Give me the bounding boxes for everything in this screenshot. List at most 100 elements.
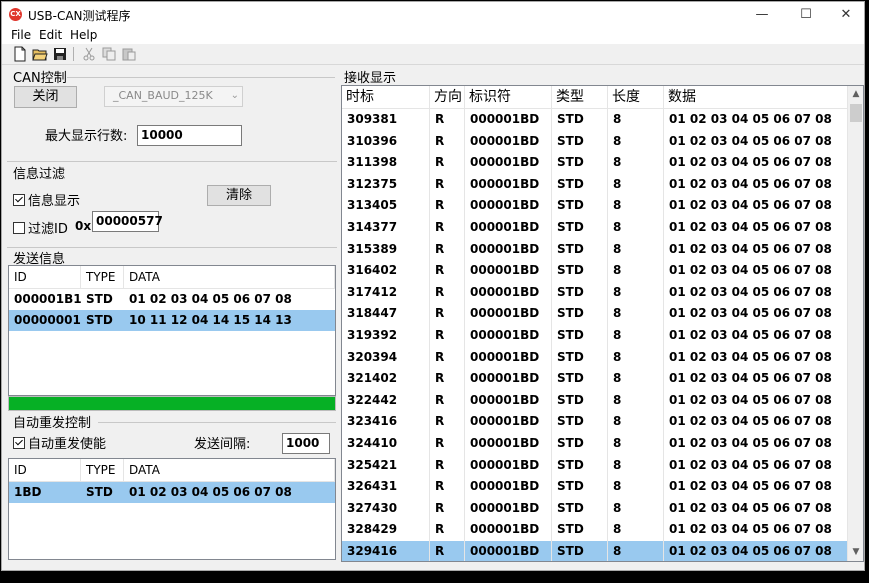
- cell-direction: R: [430, 303, 465, 325]
- menu-help[interactable]: Help: [70, 28, 97, 42]
- cell-timestamp: 329416: [342, 540, 430, 561]
- filter-id-input[interactable]: 00000577: [92, 211, 163, 232]
- close-window-button[interactable]: ✕: [828, 4, 864, 26]
- filter-id-checkbox[interactable]: 过滤ID: [13, 218, 68, 237]
- maximize-button[interactable]: ☐: [788, 4, 824, 26]
- cell-length: 8: [608, 303, 664, 325]
- table-row[interactable]: 314377 R 000001BD STD 8 01 02 03 04 05 06 07 …: [342, 216, 863, 239]
- column-type[interactable]: 类型: [552, 86, 608, 108]
- max-rows-label: 最大显示行数:: [45, 129, 128, 144]
- copy-icon[interactable]: [101, 46, 117, 62]
- column-data[interactable]: DATA: [124, 459, 335, 481]
- cell-direction: R: [430, 519, 465, 541]
- scroll-down-icon[interactable]: ▼: [848, 544, 863, 561]
- receive-list[interactable]: 时标 方向 标识符 类型 长度 数据 309381 R 000001BD STD 8 01…: [341, 85, 864, 562]
- close-can-button[interactable]: 关闭: [14, 86, 77, 108]
- cell-timestamp: 309381: [342, 109, 430, 131]
- column-id[interactable]: ID: [9, 459, 81, 481]
- baud-rate-select[interactable]: _CAN_BAUD_125K ⌄: [104, 86, 243, 107]
- column-data[interactable]: DATA: [124, 266, 335, 288]
- column-type[interactable]: TYPE: [81, 459, 124, 481]
- scroll-thumb[interactable]: [850, 104, 862, 122]
- auto-resend-checkbox[interactable]: 自动重发使能: [13, 433, 106, 452]
- save-icon[interactable]: [52, 46, 68, 62]
- cell-data: 01 02 03 04 05 06 07 08: [664, 281, 848, 304]
- column-direction[interactable]: 方向: [430, 86, 465, 108]
- cell-length: 8: [608, 173, 664, 196]
- scroll-up-icon[interactable]: ▲: [848, 86, 863, 103]
- table-row[interactable]: 327430 R 000001BD STD 8 01 02 03 04 05 06 07 …: [342, 497, 863, 520]
- cell-length: 8: [608, 411, 664, 433]
- table-row[interactable]: 324410 R 000001BD STD 8 01 02 03 04 05 06 07 …: [342, 432, 863, 455]
- table-row[interactable]: 319392 R 000001BD STD 8 01 02 03 04 05 06 07 …: [342, 324, 863, 347]
- cell-data: 01 02 03 04 05 06 07 08: [664, 195, 848, 217]
- table-row[interactable]: 318447 R 000001BD STD 8 01 02 03 04 05 06 07 …: [342, 303, 863, 325]
- column-data[interactable]: 数据: [664, 86, 848, 108]
- table-row[interactable]: 328429 R 000001BD STD 8 01 02 03 04 05 06 07 …: [342, 519, 863, 541]
- clear-button[interactable]: 清除: [207, 185, 271, 206]
- cell-type: STD: [552, 519, 608, 541]
- table-row[interactable]: 000001B1 STD 01 02 03 04 05 06 07 08: [9, 289, 335, 310]
- cell-timestamp: 312375: [342, 173, 430, 196]
- table-row-selected[interactable]: 1BD STD 01 02 03 04 05 06 07 08: [9, 482, 335, 503]
- minimize-button[interactable]: —: [744, 4, 780, 26]
- vertical-scrollbar[interactable]: ▲ ▼: [848, 86, 863, 561]
- max-rows-input[interactable]: 10000: [137, 125, 242, 146]
- auto-resend-list[interactable]: ID TYPE DATA 1BD STD 01 02 03 04 05 06 0…: [8, 458, 336, 560]
- new-file-icon[interactable]: [12, 46, 28, 62]
- cell-identifier: 000001BD: [465, 303, 552, 325]
- table-row[interactable]: 317412 R 000001BD STD 8 01 02 03 04 05 06 07 …: [342, 281, 863, 304]
- cell-direction: R: [430, 476, 465, 498]
- send-list[interactable]: ID TYPE DATA 000001B1 STD 01 02 03 04 05…: [8, 265, 336, 396]
- table-row[interactable]: 315389 R 000001BD STD 8 01 02 03 04 05 06 07 …: [342, 238, 863, 261]
- cell-length: 8: [608, 346, 664, 369]
- column-length[interactable]: 长度: [608, 86, 664, 108]
- send-list-header: ID TYPE DATA: [9, 266, 335, 289]
- interval-label: 发送间隔:: [194, 437, 251, 452]
- receive-label: 接收显示: [344, 71, 397, 86]
- cell-timestamp: 326431: [342, 476, 430, 498]
- cell-data: 10 11 12 04 14 15 14 13: [129, 313, 292, 327]
- paste-icon[interactable]: [121, 46, 137, 62]
- cell-identifier: 000001BD: [465, 173, 552, 196]
- cell-identifier: 000001BD: [465, 368, 552, 390]
- column-timestamp[interactable]: 时标: [342, 86, 430, 108]
- table-row[interactable]: 326431 R 000001BD STD 8 01 02 03 04 05 06 07 …: [342, 476, 863, 498]
- table-row[interactable]: 321402 R 000001BD STD 8 01 02 03 04 05 06 07 …: [342, 368, 863, 390]
- open-folder-icon[interactable]: [32, 46, 48, 62]
- column-type[interactable]: TYPE: [81, 266, 124, 288]
- table-row[interactable]: 313405 R 000001BD STD 8 01 02 03 04 05 06 07 …: [342, 195, 863, 217]
- cell-direction: R: [430, 540, 465, 561]
- table-row[interactable]: 309381 R 000001BD STD 8 01 02 03 04 05 06 07 …: [342, 109, 863, 131]
- menu-edit[interactable]: Edit: [39, 28, 62, 42]
- cell-identifier: 000001BD: [465, 324, 552, 347]
- cell-type: STD: [552, 540, 608, 561]
- cell-timestamp: 327430: [342, 497, 430, 520]
- menu-bar: File Edit Help: [2, 28, 864, 44]
- table-row[interactable]: 323416 R 000001BD STD 8 01 02 03 04 05 06 07 …: [342, 411, 863, 433]
- show-info-checkbox[interactable]: 信息显示: [13, 190, 80, 209]
- menu-file[interactable]: File: [11, 28, 31, 42]
- table-row-selected[interactable]: 329416 R 000001BD STD 8 01 02 03 04 05 06 07 …: [342, 540, 863, 561]
- table-row[interactable]: 316402 R 000001BD STD 8 01 02 03 04 05 06 07 …: [342, 260, 863, 282]
- column-identifier[interactable]: 标识符: [465, 86, 552, 108]
- table-row[interactable]: 311398 R 000001BD STD 8 01 02 03 04 05 06 07 …: [342, 152, 863, 174]
- cell-data: 01 02 03 04 05 06 07 08: [664, 173, 848, 196]
- cell-direction: R: [430, 368, 465, 390]
- cell-direction: R: [430, 260, 465, 282]
- table-row-selected[interactable]: 00000001 STD 10 11 12 04 14 15 14 13: [9, 310, 335, 331]
- filter-label: 信息过滤: [13, 167, 66, 182]
- cell-timestamp: 317412: [342, 281, 430, 304]
- table-row[interactable]: 310396 R 000001BD STD 8 01 02 03 04 05 06 07 …: [342, 130, 863, 153]
- table-row[interactable]: 312375 R 000001BD STD 8 01 02 03 04 05 06 07 …: [342, 173, 863, 196]
- table-row[interactable]: 320394 R 000001BD STD 8 01 02 03 04 05 06 07 …: [342, 346, 863, 369]
- cell-length: 8: [608, 540, 664, 561]
- column-id[interactable]: ID: [9, 266, 81, 288]
- cell-direction: R: [430, 411, 465, 433]
- table-row[interactable]: 325421 R 000001BD STD 8 01 02 03 04 05 06 07 …: [342, 454, 863, 477]
- cut-icon[interactable]: [81, 46, 97, 62]
- cell-type: STD: [552, 130, 608, 153]
- table-row[interactable]: 322442 R 000001BD STD 8 01 02 03 04 05 06 07 …: [342, 389, 863, 412]
- interval-input[interactable]: 1000: [282, 433, 330, 454]
- cell-identifier: 000001BD: [465, 411, 552, 433]
